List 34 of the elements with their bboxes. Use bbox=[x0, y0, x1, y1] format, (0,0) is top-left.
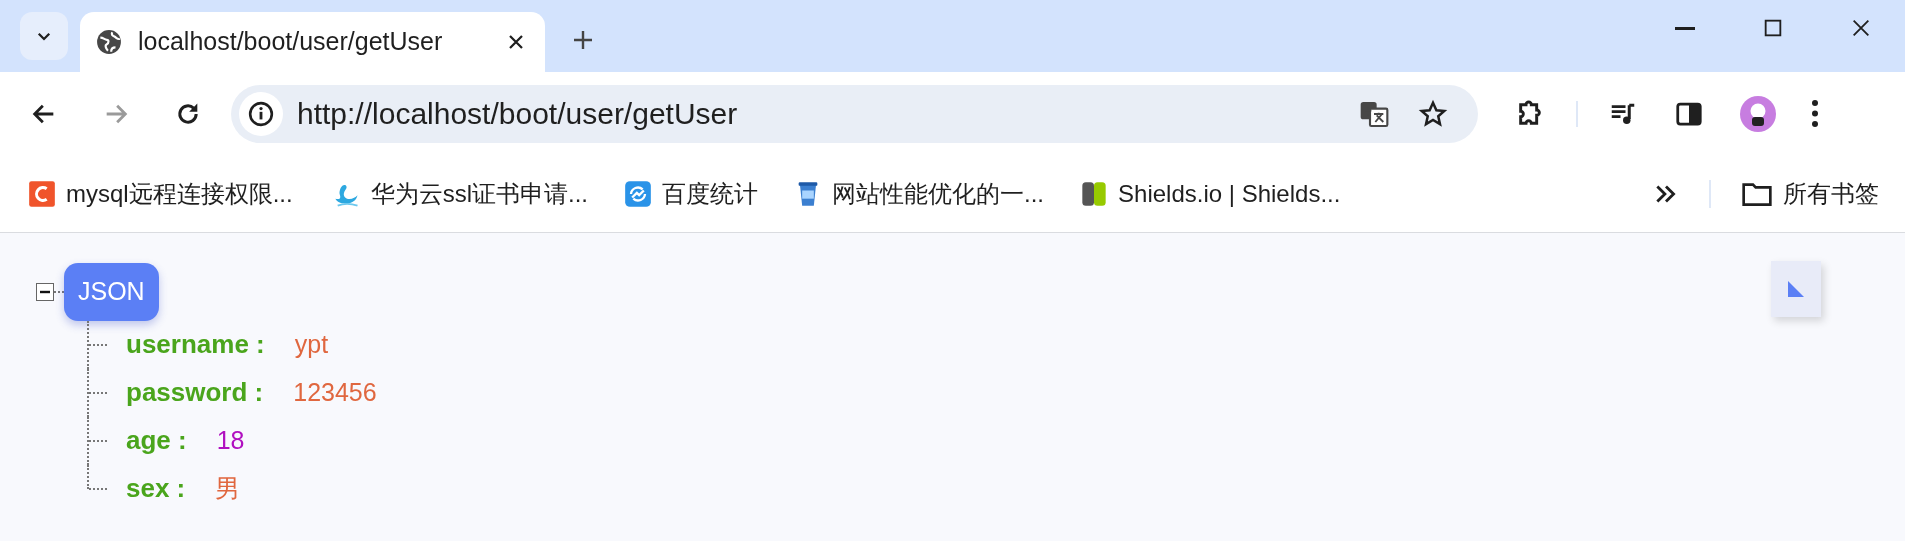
bookmark-item[interactable]: 百度统计 bbox=[618, 171, 765, 216]
all-bookmarks-button[interactable]: 所有书签 bbox=[1735, 171, 1885, 216]
json-key: password : bbox=[126, 373, 264, 412]
c-logo-icon bbox=[28, 179, 56, 208]
plus-icon bbox=[571, 28, 595, 52]
triangle-icon bbox=[1786, 279, 1806, 299]
star-icon bbox=[1418, 98, 1448, 129]
json-key: username : bbox=[126, 325, 265, 364]
browser-tab[interactable]: localhost/boot/user/getUser bbox=[80, 12, 545, 72]
json-value: 男 bbox=[215, 472, 241, 504]
close-icon bbox=[507, 33, 525, 51]
close-icon bbox=[1850, 17, 1872, 39]
json-key: sex : bbox=[126, 469, 186, 508]
bookmark-item[interactable]: 网站性能优化的一... bbox=[788, 171, 1051, 216]
root-node-label[interactable]: JSON bbox=[64, 263, 159, 321]
badge-logo-icon bbox=[1080, 179, 1109, 208]
bookmark-item[interactable]: Shields.io | Shields... bbox=[1074, 171, 1347, 216]
chart-logo-icon bbox=[624, 179, 653, 208]
bookmark-item[interactable]: 华为云ssl证书申请... bbox=[326, 171, 595, 216]
minimize-icon bbox=[1675, 26, 1695, 30]
json-key: age : bbox=[126, 421, 187, 460]
menu-icon bbox=[1812, 100, 1818, 127]
globe-icon bbox=[96, 29, 122, 55]
bookmark-item[interactable]: mysql远程连接权限... bbox=[22, 171, 299, 216]
json-value: ypt bbox=[294, 328, 329, 360]
json-value: 123456 bbox=[293, 376, 377, 408]
maximize-icon bbox=[1762, 17, 1784, 39]
tab-title: localhost/boot/user/getUser bbox=[138, 26, 443, 58]
avatar-icon bbox=[1740, 95, 1776, 132]
json-value: 18 bbox=[216, 424, 245, 456]
info-icon bbox=[248, 100, 274, 127]
collapse-toggle[interactable] bbox=[36, 282, 54, 301]
site-info-button[interactable] bbox=[239, 91, 283, 136]
collapse-all-button[interactable] bbox=[1771, 261, 1821, 317]
